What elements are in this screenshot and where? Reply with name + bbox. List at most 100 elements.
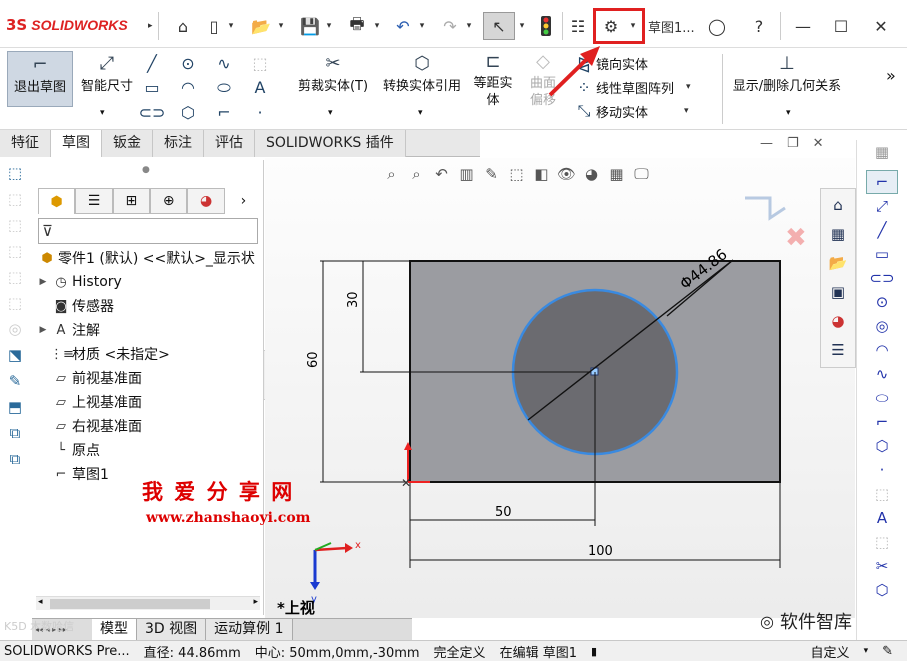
dimension-50[interactable]: 50 [495, 505, 512, 520]
convert-caret[interactable]: ▾ [418, 108, 423, 118]
offset-entities-button[interactable]: ⊏ 等距实 体 [470, 53, 516, 109]
print-caret[interactable]: ▾ [372, 12, 382, 40]
sketch-plane-icon[interactable]: ⬚ [4, 162, 26, 184]
new-file-icon[interactable]: ▯ [203, 12, 225, 40]
property-manager-tab-icon[interactable]: ☰ [75, 188, 113, 214]
new-caret[interactable]: ▾ [226, 12, 236, 40]
panel-grip-icon[interactable]: ● [142, 165, 150, 175]
confirm-corner[interactable]: ✖ [745, 196, 807, 253]
undo-icon[interactable]: ↶ [391, 12, 415, 40]
home-icon[interactable]: ⌂ [170, 12, 196, 40]
polygon-side-icon[interactable]: ⬡ [866, 434, 898, 458]
status-help-icon[interactable]: ✎ [882, 644, 893, 659]
tab-0[interactable]: 特征 [0, 130, 51, 157]
ellipse-icon[interactable]: ⬭ [212, 77, 236, 99]
tree-item[interactable]: ▱ 上视基准面 [36, 391, 142, 413]
slot-side-icon[interactable]: ⊂⊃ [866, 266, 898, 290]
smart-dim-side-icon[interactable]: ⤢ [866, 194, 898, 218]
text-icon[interactable]: A [248, 77, 272, 99]
text-side-icon[interactable]: A [866, 506, 898, 530]
bottom-tab-2[interactable]: 运动算例 1 [206, 619, 293, 640]
fillet-icon[interactable]: ⌐ [212, 101, 236, 123]
options-caret[interactable]: ▾ [627, 12, 639, 40]
scroll-thumb[interactable] [50, 599, 210, 609]
dimension-30[interactable]: 30 [346, 291, 361, 308]
qa-expand-caret[interactable]: ▸ [148, 12, 153, 40]
tree-tabs-more-icon[interactable]: › [224, 188, 263, 214]
tree-item[interactable]: ▱ 右视基准面 [36, 415, 142, 437]
tree-filter-field[interactable]: ⊽ [38, 218, 258, 244]
tree-item[interactable]: ▱ 前视基准面 [36, 367, 142, 389]
expand-arrow-icon[interactable]: ▶ [36, 277, 50, 287]
smart-dimension-caret[interactable]: ▾ [100, 108, 105, 118]
move-entities-button[interactable]: ⤡ 移动实体 ▾ [572, 100, 722, 122]
point-icon[interactable]: · [248, 101, 272, 123]
boundary-icon[interactable]: ⬚ [4, 292, 26, 314]
move-caret[interactable]: ▾ [684, 106, 689, 116]
bottom-tab-0[interactable]: 模型 [92, 619, 137, 640]
tree-horizontal-scrollbar[interactable]: ◂ ▸ [36, 596, 260, 610]
open-caret[interactable]: ▾ [276, 12, 286, 40]
arc-side-icon[interactable]: ◠ [866, 338, 898, 362]
file-props-icon[interactable]: ☷ [566, 12, 590, 40]
circle-tool-icon[interactable]: ⊙ [176, 52, 200, 74]
tab-1[interactable]: 草图 [51, 130, 102, 157]
tree-item[interactable]: ⋮≡ 材质 <未指定> [36, 343, 170, 365]
tab-4[interactable]: 评估 [204, 130, 255, 157]
tab-3[interactable]: 标注 [153, 130, 204, 157]
sweep-icon[interactable]: ⬚ [4, 240, 26, 262]
close-button[interactable]: ✕ [866, 12, 896, 40]
display-icon[interactable]: ⬒ [4, 396, 26, 418]
tree-item[interactable]: ▶ A 注解 [36, 319, 100, 341]
select-caret[interactable]: ▾ [517, 12, 527, 40]
line-side-icon[interactable]: ╱ [866, 218, 898, 242]
extrude-icon[interactable]: ⬚ [4, 188, 26, 210]
trim-side-icon[interactable]: ✂ [866, 554, 898, 578]
arc-icon[interactable]: ◠ [176, 77, 200, 99]
relations-caret[interactable]: ▾ [786, 108, 791, 118]
linear-pattern-caret[interactable]: ▾ [686, 82, 691, 92]
user-icon[interactable]: ◯ [704, 12, 730, 40]
centerline-icon[interactable]: ⬚ [866, 482, 898, 506]
home-pane-icon[interactable]: ⌂ [824, 192, 852, 218]
ref-geometry-icon[interactable]: ⬔ [4, 344, 26, 366]
panel-close-icon[interactable]: ✕ [813, 136, 824, 154]
surface-spline-icon[interactable]: ⬚ [248, 52, 272, 74]
select-icon[interactable]: ↖ [483, 12, 515, 40]
sketch-tool-icon[interactable]: ⌐ [866, 170, 898, 194]
panel-minimize-icon[interactable]: — [760, 136, 773, 154]
point-side-icon[interactable]: · [866, 458, 898, 482]
options-gear-icon[interactable]: ⚙ [599, 12, 623, 40]
copy-icon[interactable]: ⧉ [4, 422, 26, 444]
scroll-right-icon[interactable]: ▸ [253, 597, 258, 607]
save-icon[interactable]: 💾 [298, 12, 322, 40]
tree-root-item[interactable]: ⬢ 零件1 (默认) <<默认>_显示状 [36, 247, 255, 269]
view-palette-icon[interactable]: ▣ [824, 279, 852, 305]
configuration-manager-tab-icon[interactable]: ⊞ [112, 188, 151, 214]
spline-icon[interactable]: ∿ [212, 52, 236, 74]
status-units-caret[interactable]: ▾ [864, 646, 869, 656]
fillet-side-icon[interactable]: ⌐ [866, 410, 898, 434]
convert-side-icon[interactable]: ⬡ [866, 578, 898, 602]
rectangle-icon[interactable]: ▭ [140, 77, 164, 99]
display-manager-tab-icon[interactable]: ◕ [187, 188, 225, 214]
solidworks-logo[interactable]: 3S SOLIDWORKS [6, 14, 146, 36]
file-explorer-icon[interactable]: 📂 [824, 250, 852, 276]
slot-icon[interactable]: ⊂⊃ [139, 101, 166, 123]
line-icon[interactable]: ╱ [140, 52, 164, 74]
tree-item[interactable]: ⌐ 草图1 [36, 463, 109, 485]
print-icon[interactable]: 🖶 [344, 12, 370, 40]
show-delete-relations-button[interactable]: ⊥ 显示/删除几何关系 [726, 53, 848, 94]
edit-sketch-icon[interactable]: ✎ [4, 370, 26, 392]
redo-icon[interactable]: ↷ [438, 12, 462, 40]
maximize-button[interactable]: ☐ [826, 12, 856, 40]
grid-icon[interactable]: ▦ [866, 140, 898, 164]
dimension-60[interactable]: 60 [306, 351, 321, 368]
ellipse-side-icon[interactable]: ⬭ [866, 386, 898, 410]
ribbon-more-button[interactable]: » [886, 66, 896, 85]
rectangle-side-icon[interactable]: ▭ [866, 242, 898, 266]
status-units[interactable]: 自定义 [811, 642, 850, 661]
redo-caret[interactable]: ▾ [464, 12, 474, 40]
open-icon[interactable]: 📂 [248, 12, 274, 40]
tree-item[interactable]: ▶ ◷ History [36, 271, 122, 293]
